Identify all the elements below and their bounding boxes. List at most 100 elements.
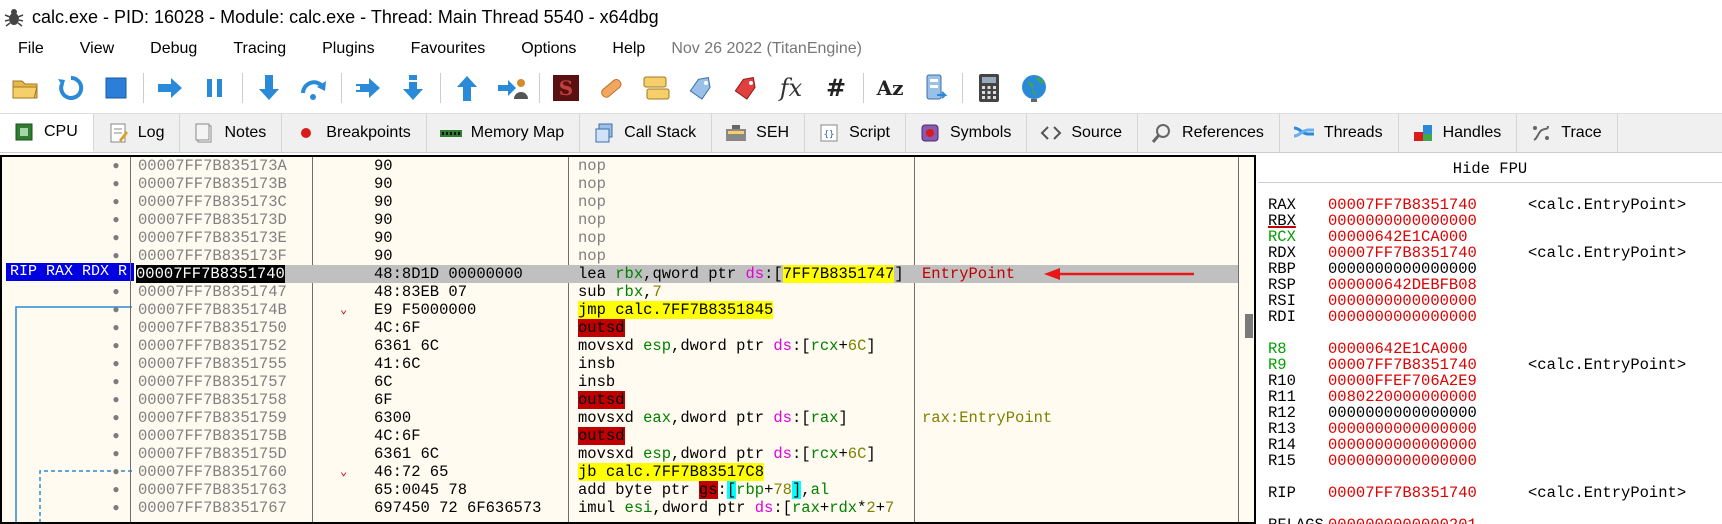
row-bytes: 6361 6C xyxy=(374,337,440,355)
tab-trace[interactable]: Trace xyxy=(1517,114,1618,152)
scrollbar-thumb[interactable] xyxy=(1245,314,1253,338)
disasm-row[interactable]: ● 00007FF7B835173C 90 nop xyxy=(2,193,1254,211)
register-row[interactable]: RCX 00000642E1CA000 xyxy=(1268,229,1718,245)
row-address: 00007FF7B8351758 xyxy=(138,391,287,409)
disasm-row[interactable]: ● 00007FF7B8351767 697450 72 6F636573 im… xyxy=(2,499,1254,517)
disasm-row[interactable]: ● 00007FF7B835175D 6361 6C movsxd esp,dw… xyxy=(2,445,1254,463)
restart-icon[interactable] xyxy=(53,70,89,106)
register-row[interactable]: RBX 0000000000000000 xyxy=(1268,213,1718,229)
trace-into-icon[interactable] xyxy=(350,70,386,106)
tab-label: Breakpoints xyxy=(326,124,411,141)
tab-notes[interactable]: Notes xyxy=(180,114,283,152)
call-stack-icon[interactable] xyxy=(917,70,953,106)
registers-view[interactable]: Hide FPU RAX 00007FF7B8351740 <calc.EntryP… xyxy=(1258,155,1722,524)
find-strings-icon[interactable]: Az xyxy=(872,70,908,106)
tab-log[interactable]: Log xyxy=(94,114,181,152)
register-row[interactable]: RBP 0000000000000000 xyxy=(1268,261,1718,277)
row-instruction: jb calc.7FF7B83517C8 xyxy=(578,463,765,481)
disasm-row[interactable]: ● 00007FF7B835173F 90 nop xyxy=(2,247,1254,265)
bookmarks-icon[interactable] xyxy=(728,70,764,106)
trace-over-icon[interactable] xyxy=(395,70,431,106)
disasm-row[interactable]: ● 00007FF7B835173E 90 nop xyxy=(2,229,1254,247)
disasm-row[interactable]: ● 00007FF7B8351750 4C:6F outsd xyxy=(2,319,1254,337)
tab-handles[interactable]: Handles xyxy=(1399,114,1518,152)
row-instruction: imul esi,dword ptr ds:[rax+rdx*2+7 xyxy=(578,499,895,517)
disasm-row[interactable]: ● 00007FF7B8351747 48:83EB 07 sub rbx,7 xyxy=(2,283,1254,301)
pause-icon[interactable] xyxy=(197,70,233,106)
variables-icon[interactable]: # xyxy=(818,70,854,106)
menu-favourites[interactable]: Favourites xyxy=(393,40,486,58)
run-icon[interactable] xyxy=(152,70,188,106)
menu-options[interactable]: Options xyxy=(503,40,576,58)
tab-threads[interactable]: Threads xyxy=(1280,114,1399,152)
open-icon[interactable] xyxy=(8,70,44,106)
menu-help[interactable]: Help xyxy=(594,40,645,58)
close-icon[interactable] xyxy=(98,70,134,106)
register-row[interactable]: R8 00000642E1CA000 xyxy=(1268,341,1718,357)
menu-debug[interactable]: Debug xyxy=(132,40,197,58)
dot-marker: ● xyxy=(112,393,120,407)
disassembly-view[interactable]: RIP RAX RDX R ● 00007FF7B835173A 90 nop … xyxy=(0,155,1256,524)
register-row[interactable]: RIP 00007FF7B8351740 <calc.EntryPoint> xyxy=(1268,485,1718,501)
tab-symbols[interactable]: Symbols xyxy=(906,114,1028,152)
tab-label: Handles xyxy=(1442,124,1502,141)
register-row[interactable]: R13 0000000000000000 xyxy=(1268,421,1718,437)
register-row[interactable]: RSP 000000642DEBFB08 xyxy=(1268,277,1718,293)
disasm-row[interactable]: ● 00007FF7B835175B 4C:6F outsd xyxy=(2,427,1254,445)
tab-cpu[interactable]: CPU xyxy=(0,114,94,152)
step-into-icon[interactable] xyxy=(251,70,287,106)
register-value: 00007FF7B8351740 xyxy=(1328,356,1477,374)
hide-fpu-button[interactable]: Hide FPU xyxy=(1258,155,1722,183)
register-row[interactable]: RDX 00007FF7B8351740 <calc.EntryPoint> xyxy=(1268,245,1718,261)
tab-source[interactable]: Source xyxy=(1027,114,1139,152)
labels-icon[interactable] xyxy=(683,70,719,106)
register-row[interactable]: R10 00000FFEF706A2E9 xyxy=(1268,373,1718,389)
tab-memory-map[interactable]: Memory Map xyxy=(427,114,581,152)
menu-plugins[interactable]: Plugins xyxy=(304,40,374,58)
functions-icon[interactable]: fx xyxy=(773,70,809,106)
disasm-row[interactable]: ● 00007FF7B8351759 6300 movsxd eax,dword… xyxy=(2,409,1254,427)
disasm-row[interactable]: ● 00007FF7B835173B 90 nop xyxy=(2,175,1254,193)
register-row[interactable]: R9 00007FF7B8351740 <calc.EntryPoint> xyxy=(1268,357,1718,373)
menu-tracing[interactable]: Tracing xyxy=(215,40,286,58)
tab-call-stack[interactable]: Call Stack xyxy=(580,114,713,152)
register-name: RAX xyxy=(1268,196,1296,214)
register-value: 00000642E1CA000 xyxy=(1328,340,1468,358)
scylla-icon[interactable]: S xyxy=(548,70,584,106)
row-bytes: 6F xyxy=(374,391,393,409)
disasm-row[interactable]: ● 00007FF7B835174B ⌄ E9 F5000000 jmp cal… xyxy=(2,301,1254,319)
disasm-row[interactable]: ● 00007FF7B8351755 41:6C insb xyxy=(2,355,1254,373)
row-bytes: 90 xyxy=(374,175,393,193)
comments-icon[interactable] xyxy=(638,70,674,106)
register-row[interactable]: R12 0000000000000000 xyxy=(1268,405,1718,421)
register-row[interactable]: R14 0000000000000000 xyxy=(1268,437,1718,453)
disasm-row[interactable]: ● 00007FF7B835173D 90 nop xyxy=(2,211,1254,229)
register-row[interactable]: RAX 00007FF7B8351740 <calc.EntryPoint> xyxy=(1268,197,1718,213)
calculator-icon[interactable] xyxy=(971,70,1007,106)
disasm-row[interactable]: ● 00007FF7B8351763 65:0045 78 add byte p… xyxy=(2,481,1254,499)
disasm-row[interactable]: ● 00007FF7B8351752 6361 6C movsxd esp,dw… xyxy=(2,337,1254,355)
register-row[interactable]: RFLAGS0000000000000201 xyxy=(1268,517,1718,524)
tab-breakpoints[interactable]: Breakpoints xyxy=(282,114,427,152)
register-value: 0000000000000000 xyxy=(1328,420,1477,438)
register-row[interactable]: R11 0080220000000000 xyxy=(1268,389,1718,405)
disasm-row[interactable]: ● 00007FF7B8351757 6C insb xyxy=(2,373,1254,391)
patches-icon[interactable] xyxy=(593,70,629,106)
run-to-user-code-icon[interactable] xyxy=(494,70,530,106)
tab-seh[interactable]: SEH xyxy=(712,114,806,152)
disasm-row[interactable]: ● 00007FF7B8351760 ⌄ 46:72 65 jb calc.7F… xyxy=(2,463,1254,481)
threads-icon xyxy=(1292,121,1316,145)
register-row[interactable]: RDI 0000000000000000 xyxy=(1268,309,1718,325)
disasm-row[interactable]: ● 00007FF7B8351758 6F outsd xyxy=(2,391,1254,409)
execute-till-return-icon[interactable] xyxy=(449,70,485,106)
step-over-icon[interactable] xyxy=(296,70,332,106)
globe-icon[interactable] xyxy=(1016,70,1052,106)
register-row[interactable]: RSI 0000000000000000 xyxy=(1268,293,1718,309)
tab-references[interactable]: References xyxy=(1138,114,1280,152)
register-row[interactable]: R15 0000000000000000 xyxy=(1268,453,1718,469)
register-name: RBX xyxy=(1268,212,1296,230)
tab-script[interactable]: {} Script xyxy=(805,114,906,152)
disasm-row[interactable]: ● 00007FF7B835173A 90 nop xyxy=(2,157,1254,175)
menu-file[interactable]: File xyxy=(0,40,44,58)
menu-view[interactable]: View xyxy=(62,40,114,58)
